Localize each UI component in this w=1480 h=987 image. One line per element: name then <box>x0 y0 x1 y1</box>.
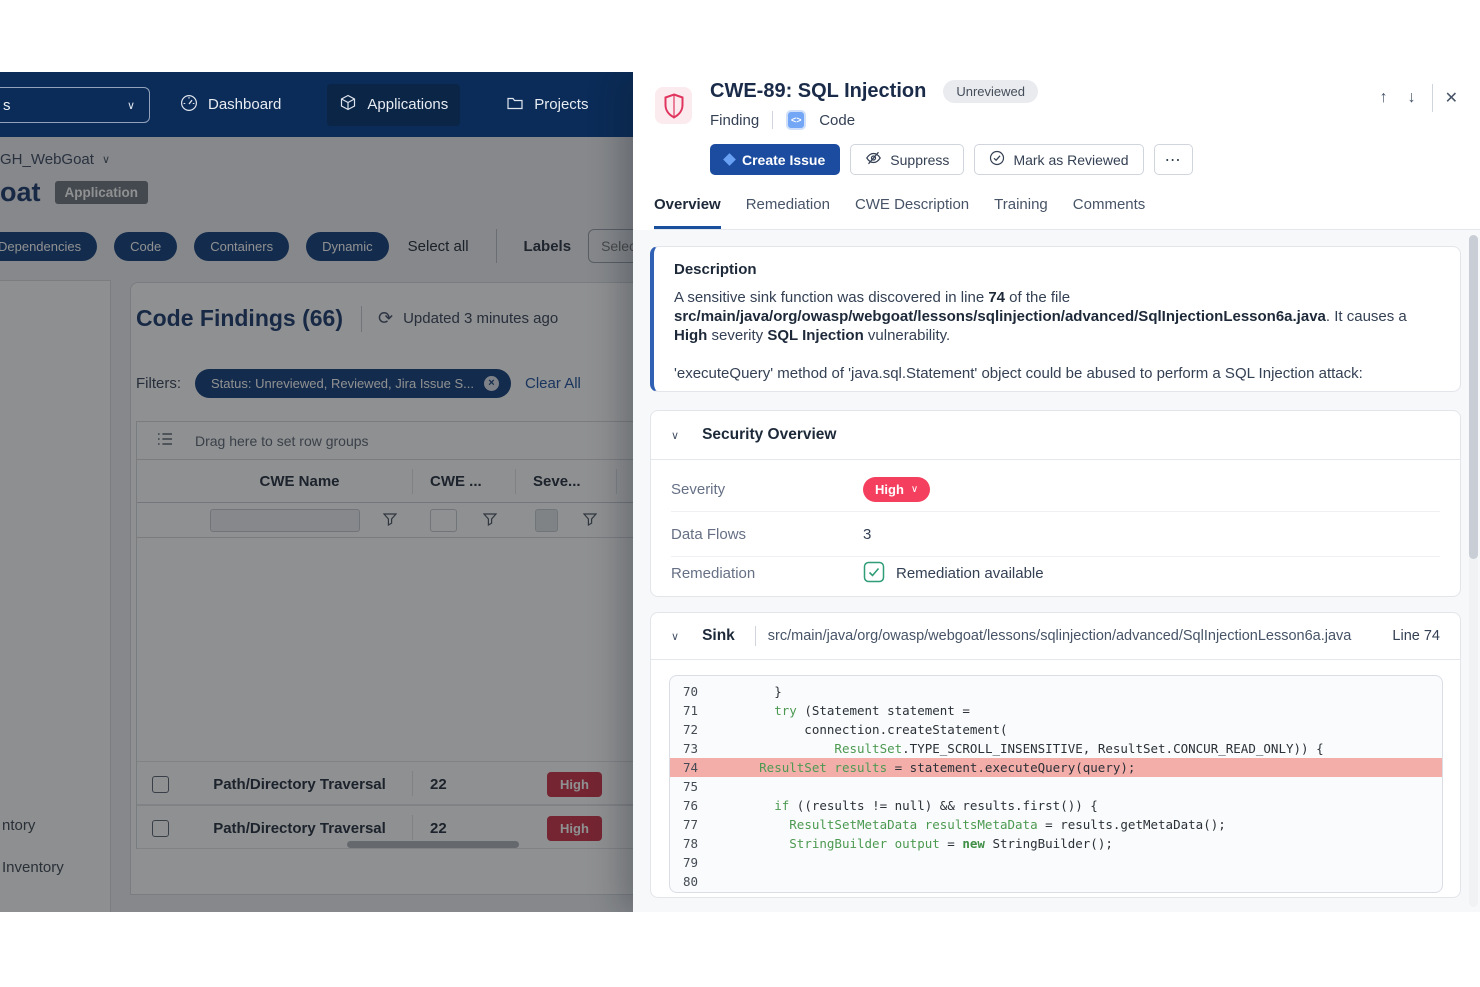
create-issue-button[interactable]: Create Issue <box>710 144 840 175</box>
nav-item-label: Dashboard <box>208 96 281 113</box>
collapse-chevron-icon: ∨ <box>671 630 679 643</box>
tab-overview[interactable]: Overview <box>654 196 721 229</box>
code-engine-icon: <> <box>786 110 806 130</box>
nav-item-projects[interactable]: Projects <box>494 84 600 126</box>
drawer-scroll-area: Description A sensitive sink function wa… <box>633 230 1480 912</box>
divider <box>755 626 756 646</box>
tab-cwe-description[interactable]: CWE Description <box>855 196 969 229</box>
code-line: 78 StringBuilder output = new StringBuil… <box>670 834 1442 853</box>
suppress-label: Suppress <box>890 152 949 168</box>
sink-line-label: Line 74 <box>1392 628 1440 644</box>
remediation-row: Remediation Remediation available <box>671 551 1440 596</box>
drawer-tabs: Overview Remediation CWE Description Tra… <box>654 196 1480 230</box>
tab-remediation[interactable]: Remediation <box>746 196 830 229</box>
drawer-nav-icons: ↑ ↓ ✕ <box>1370 84 1468 112</box>
status-badge: Unreviewed <box>943 80 1038 103</box>
finding-title: CWE-89: SQL Injection <box>710 80 926 103</box>
mark-as-reviewed-label: Mark as Reviewed <box>1013 152 1128 168</box>
eye-off-icon <box>865 150 882 169</box>
code-line: 71 try (Statement statement = <box>670 701 1442 720</box>
remediation-label: Remediation <box>671 565 863 582</box>
chevron-down-icon: ∨ <box>911 484 918 495</box>
suppress-button[interactable]: Suppress <box>850 144 964 175</box>
action-buttons: Create Issue Suppress Mark as Reviewed ⋯ <box>710 144 1193 175</box>
code-line: 79 <box>670 853 1442 872</box>
previous-finding-icon[interactable]: ↑ <box>1370 85 1398 111</box>
dashboard-gauge-icon <box>180 94 198 116</box>
ellipsis-icon: ⋯ <box>1165 150 1182 170</box>
more-actions-button[interactable]: ⋯ <box>1154 144 1193 175</box>
code-line: 73 ResultSet.TYPE_SCROLL_INSENSITIVE, Re… <box>670 739 1442 758</box>
tab-comments[interactable]: Comments <box>1073 196 1146 229</box>
code-line: 74 ResultSet results = statement.execute… <box>670 758 1442 777</box>
data-flows-value: 3 <box>863 526 871 543</box>
description-paragraph-2: 'executeQuery' method of 'java.sql.State… <box>674 364 1442 383</box>
severity-label: Severity <box>671 481 863 498</box>
applications-cube-icon <box>339 94 357 116</box>
nav-item-applications[interactable]: Applications <box>327 84 460 126</box>
description-card: Description A sensitive sink function wa… <box>650 246 1461 392</box>
severity-row: Severity High ∨ <box>671 467 1440 512</box>
security-overview-card: ∨ Security Overview Severity High ∨ Data… <box>650 410 1461 597</box>
description-heading: Description <box>674 261 1440 278</box>
finding-detail-drawer: CWE-89: SQL Injection Unreviewed Finding… <box>633 72 1480 912</box>
create-issue-label: Create Issue <box>742 152 825 168</box>
remediation-value-wrap: Remediation available <box>863 561 1044 587</box>
nav-item-label: Projects <box>534 96 588 113</box>
code-line: 80 <box>670 872 1442 891</box>
chevron-down-icon: ∨ <box>127 99 135 112</box>
nav-item-dashboard[interactable]: Dashboard <box>168 84 293 126</box>
remediation-value: Remediation available <box>896 565 1044 582</box>
sink-header[interactable]: ∨ Sink src/main/java/org/owasp/webgoat/l… <box>651 613 1460 660</box>
projects-folder-icon <box>506 94 524 116</box>
jira-diamond-icon <box>723 153 736 166</box>
close-icon[interactable]: ✕ <box>1432 84 1468 112</box>
finding-type-label: Finding <box>710 112 759 129</box>
security-overview-header[interactable]: ∨ Security Overview <box>651 411 1460 460</box>
code-line: 70 } <box>670 682 1442 701</box>
code-block[interactable]: 70 }71 try (Statement statement =72 conn… <box>669 675 1443 893</box>
drawer-title-row: CWE-89: SQL Injection Unreviewed <box>710 80 1038 103</box>
code-line: 75 <box>670 777 1442 796</box>
mark-as-reviewed-button[interactable]: Mark as Reviewed <box>974 144 1143 175</box>
collapse-chevron-icon: ∨ <box>671 429 679 442</box>
vulnerability-shield-icon <box>655 87 692 124</box>
remediation-check-icon <box>863 561 885 587</box>
data-flows-label: Data Flows <box>671 526 863 543</box>
sink-card: ∨ Sink src/main/java/org/owasp/webgoat/l… <box>650 612 1461 898</box>
engine-label: Code <box>819 112 855 129</box>
tenant-select[interactable]: s ∨ <box>0 87 150 123</box>
nav-item-label: Applications <box>367 96 448 113</box>
scrollbar-thumb[interactable] <box>1469 235 1478 559</box>
severity-value: High <box>875 482 904 497</box>
tenant-select-value: s <box>3 97 11 114</box>
next-finding-icon[interactable]: ↓ <box>1398 85 1426 111</box>
screen: s ∨ Dashboard Applications Projects <box>0 0 1480 987</box>
check-circle-icon <box>989 150 1005 169</box>
vertical-scrollbar[interactable] <box>1469 235 1478 907</box>
drawer-subtitle-row: Finding <> Code <box>710 110 855 130</box>
sink-file-path: src/main/java/org/owasp/webgoat/lessons/… <box>768 628 1393 644</box>
security-overview-heading: Security Overview <box>702 426 836 444</box>
divider <box>772 111 773 129</box>
sink-heading: Sink <box>702 627 735 645</box>
code-line: 72 connection.createStatement( <box>670 720 1442 739</box>
code-line: 76 if ((results != null) && results.firs… <box>670 796 1442 815</box>
app-window: s ∨ Dashboard Applications Projects <box>0 72 1480 912</box>
tab-training[interactable]: Training <box>994 196 1048 229</box>
code-line: 77 ResultSetMetaData resultsMetaData = r… <box>670 815 1442 834</box>
severity-dropdown[interactable]: High ∨ <box>863 477 930 502</box>
description-paragraph: A sensitive sink function was discovered… <box>674 288 1442 345</box>
